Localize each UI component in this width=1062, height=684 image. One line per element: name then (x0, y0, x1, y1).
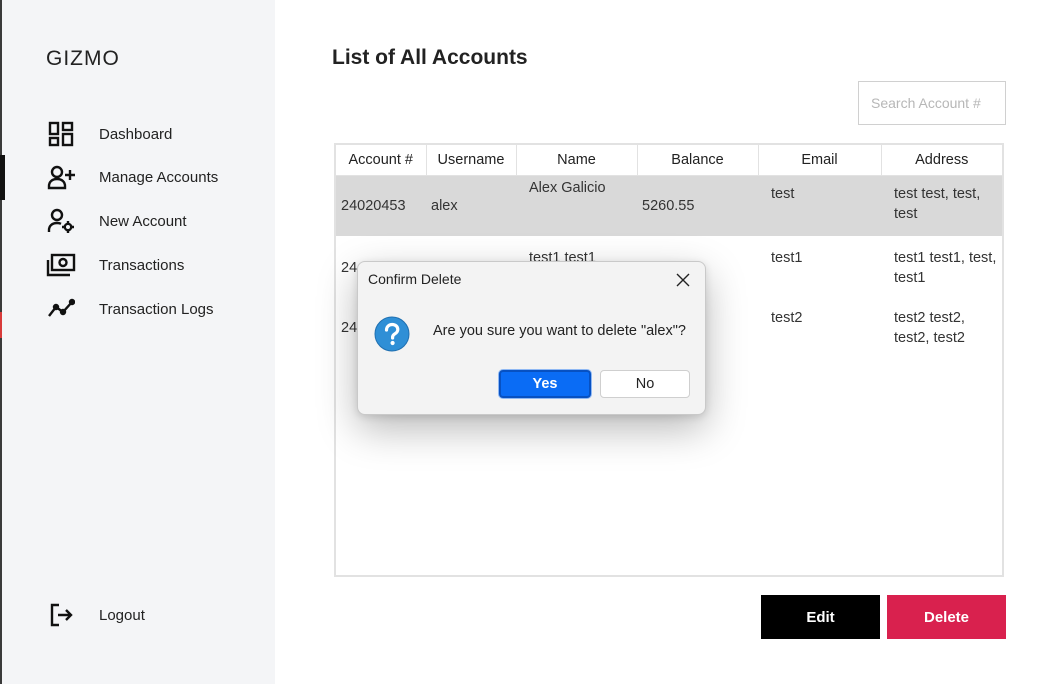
question-icon (374, 316, 410, 352)
app-brand: GIZMO (46, 47, 120, 70)
logout-label: Logout (99, 606, 145, 624)
confirm-delete-dialog: Confirm Delete Are you sure you want to … (357, 261, 706, 415)
sidebar-item-label: New Account (99, 212, 187, 230)
address-cell: test2 test2, test2, test2 (894, 309, 965, 346)
column-header-address[interactable]: Address (881, 145, 1002, 176)
logout-icon (46, 600, 76, 630)
money-icon (46, 250, 76, 280)
column-header-account[interactable]: Account # (336, 145, 427, 176)
username-cell: alex (431, 198, 458, 214)
sidebar-item-label: Transactions (99, 256, 185, 274)
sidebar-item-label: Manage Accounts (99, 168, 219, 186)
sidebar-item-manage-accounts[interactable]: Manage Accounts (46, 162, 266, 192)
sidebar-item-label: Dashboard (99, 125, 173, 143)
delete-button[interactable]: Delete (887, 595, 1006, 639)
user-settings-icon (46, 206, 76, 236)
sidebar-item-transactions[interactable]: Transactions (46, 250, 266, 280)
dialog-title: Confirm Delete (368, 271, 462, 287)
address-cell: test1 test1, test, test1 (894, 249, 997, 286)
sidebar-item-dashboard[interactable]: Dashboard (46, 119, 266, 149)
column-header-name[interactable]: Name (516, 145, 638, 176)
page-title: List of All Accounts (332, 46, 528, 69)
confirm-yes-button[interactable]: Yes (499, 370, 591, 398)
sidebar-item-logout[interactable]: Logout (46, 600, 266, 630)
balance-cell (642, 236, 758, 256)
trend-line-icon (46, 294, 76, 324)
sidebar-item-new-account[interactable]: New Account (46, 206, 266, 236)
confirm-no-button[interactable]: No (600, 370, 690, 398)
add-user-icon (46, 162, 76, 192)
name-cell: Alex Galicio (529, 180, 606, 196)
edit-button[interactable]: Edit (761, 595, 880, 639)
balance-cell: 5260.55 (642, 198, 695, 214)
search-input[interactable] (858, 81, 1006, 125)
sidebar-item-label: Transaction Logs (99, 300, 214, 318)
email-cell: test2 (771, 309, 803, 326)
table-row[interactable]: 24020453 alex Alex Galicio 5260.55 test … (336, 175, 1002, 236)
dashboard-icon (46, 119, 76, 149)
sidebar: GIZMO Dashboard Manage Accounts New Acco… (0, 0, 275, 684)
column-header-username[interactable]: Username (426, 145, 517, 176)
dialog-message: Are you sure you want to delete "alex"? (433, 323, 686, 339)
sidebar-item-transaction-logs[interactable]: Transaction Logs (46, 294, 266, 324)
account-number-cell: 24020453 (341, 198, 406, 214)
email-cell: test1 (771, 249, 803, 266)
column-header-email[interactable]: Email (758, 145, 882, 176)
address-cell: test test, test, test (894, 186, 981, 222)
table-header-row: Account # Username Name Balance Email Ad… (336, 145, 1002, 176)
email-cell: test (771, 186, 795, 202)
close-icon[interactable] (673, 270, 693, 290)
active-nav-indicator (0, 155, 5, 200)
column-header-balance[interactable]: Balance (637, 145, 759, 176)
username-cell (431, 236, 516, 256)
edge-accent (0, 312, 2, 338)
